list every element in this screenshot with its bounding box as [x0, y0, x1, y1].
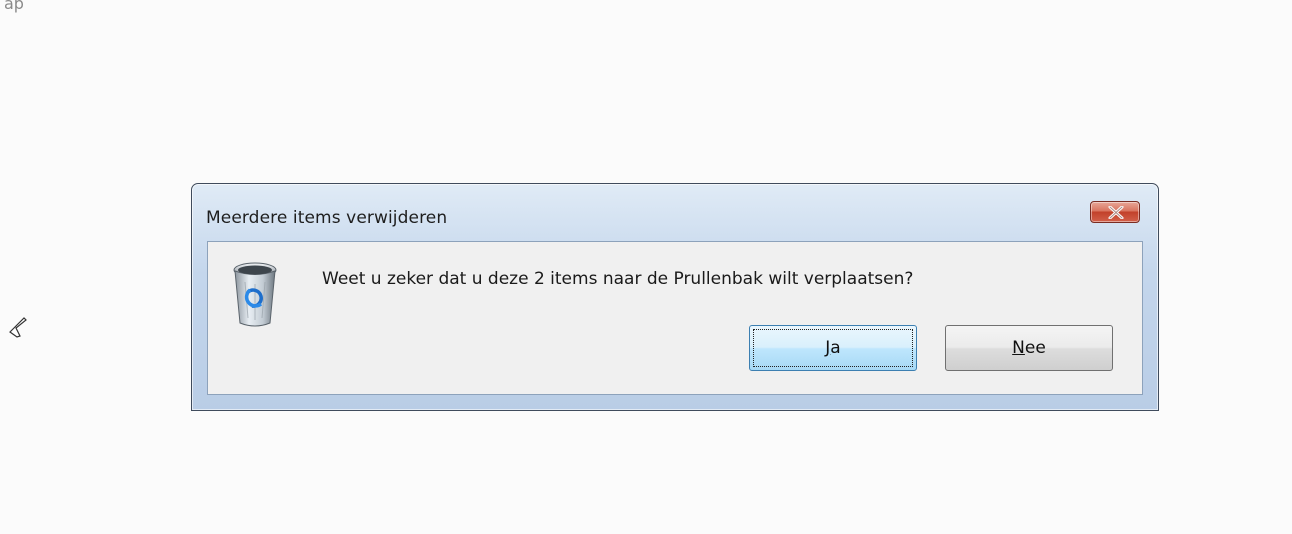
- mouse-cursor-icon: [9, 317, 27, 338]
- dialog-title: Meerdere items verwijderen: [206, 208, 448, 228]
- no-button[interactable]: Nee: [945, 325, 1113, 371]
- confirm-delete-dialog: Meerdere items verwijderen Weet u zeker …: [191, 183, 1159, 411]
- background-text-fragment: ap: [4, 0, 24, 13]
- recycle-bin-icon: [233, 262, 277, 327]
- desktop: ap Meerdere items verwijderen Weet u zek…: [0, 0, 1292, 534]
- dialog-titlebar[interactable]: Meerdere items verwijderen: [192, 184, 1158, 242]
- close-button[interactable]: [1090, 201, 1140, 223]
- no-button-label: ee: [1024, 338, 1046, 358]
- close-icon: [1108, 206, 1124, 219]
- yes-button[interactable]: Ja: [749, 325, 917, 371]
- dialog-message: Weet u zeker dat u deze 2 items naar de …: [322, 269, 914, 289]
- dialog-body: Weet u zeker dat u deze 2 items naar de …: [207, 241, 1143, 395]
- focus-rectangle: [753, 329, 913, 367]
- no-button-mnemonic: N: [1012, 338, 1025, 358]
